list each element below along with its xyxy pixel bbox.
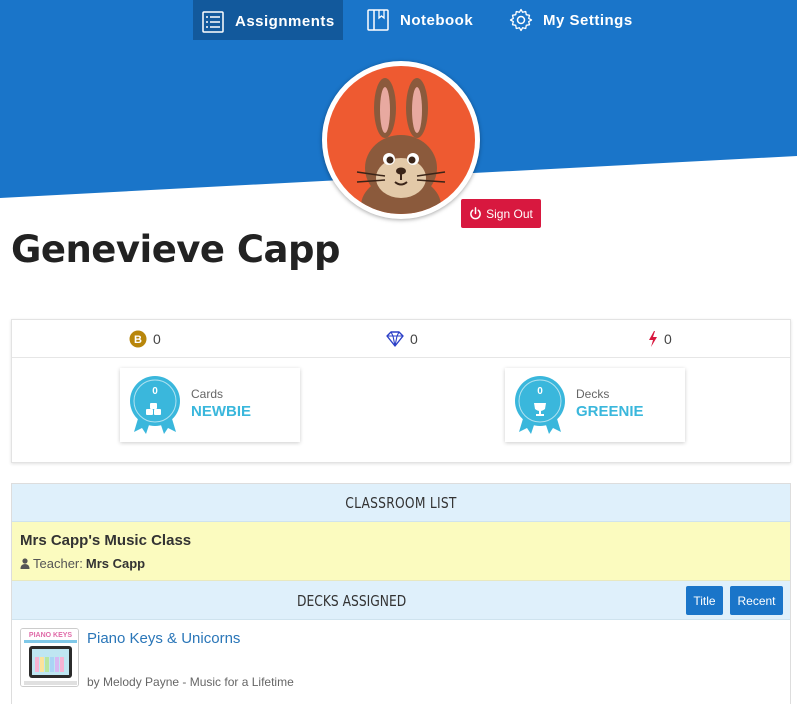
teacher-label: Teacher: [33,556,83,571]
power-icon [470,207,481,220]
decks-assigned-header: DECKS ASSIGNED Title Recent [12,581,790,620]
coin-icon: B [129,330,147,348]
nav-notebook[interactable]: Notebook [366,0,473,40]
lightning-icon [649,331,657,347]
cards-badge-label: Cards [191,387,224,401]
sort-title-button[interactable]: Title [686,586,723,615]
energy-stat: 0 [648,320,672,358]
currency-row: B 0 0 0 [12,320,790,358]
decks-assigned-title-wrap: DECKS ASSIGNED [12,581,692,620]
deck-thumbnail-text: PIANO KEYS [29,632,73,639]
list-icon [202,10,224,33]
diamond-icon [386,331,404,347]
deck-author: by Melody Payne - Music for a Lifetime [87,675,294,689]
energy-count: 0 [664,331,672,347]
classroom-list-header: CLASSROOM LIST [12,484,790,522]
deck-thumbnail[interactable]: PIANO KEYS [20,628,79,687]
deck-list-item[interactable]: PIANO KEYS Piano Keys & Unicorns by Melo… [12,620,790,704]
gem-stat: 0 [386,320,418,358]
coin-count: 0 [153,331,161,347]
notebook-icon [367,9,389,31]
nav-notebook-label: Notebook [400,11,474,29]
deck-title[interactable]: Piano Keys & Unicorns [87,630,240,647]
decks-badge-level: GREENIE [576,403,644,420]
profile-name: Genevieve Capp [11,228,340,271]
nav-assignments-label: Assignments [235,13,335,30]
decks-badge-label: Decks [576,387,610,401]
top-nav: Assignments Notebook My Settings [0,0,797,43]
sort-recent-button[interactable]: Recent [730,586,783,615]
ribbon-badge-icon [130,376,180,434]
avatar [322,61,480,219]
gear-icon [509,8,533,32]
classroom-panel: CLASSROOM LIST Mrs Capp's Music Class Te… [11,483,791,704]
stats-panel: B 0 0 0 0 Cards NEWBIE 0 Decks GREENIE [11,319,791,463]
ribbon-badge-icon [515,376,565,434]
cards-badge: 0 Cards NEWBIE [120,368,300,442]
svg-text:B: B [134,334,142,346]
nav-assignments[interactable]: Assignments [193,0,343,43]
decks-badge-count: 0 [537,386,543,397]
sign-out-label: Sign Out [486,206,533,221]
classroom-row[interactable]: Mrs Capp's Music Class Teacher: Mrs Capp [12,522,790,581]
nav-my-settings-label: My Settings [543,11,633,29]
nav-my-settings[interactable]: My Settings [509,0,633,40]
cards-badge-level: NEWBIE [191,403,251,420]
cards-badge-count: 0 [152,386,158,397]
decks-badge: 0 Decks GREENIE [505,368,685,442]
rabbit-avatar-icon [327,66,475,214]
user-icon [20,558,30,569]
classroom-list-title: CLASSROOM LIST [345,493,457,512]
gem-count: 0 [410,331,418,347]
sign-out-button[interactable]: Sign Out [461,199,541,228]
class-name: Mrs Capp's Music Class [20,532,192,549]
coin-stat: B 0 [129,320,161,358]
teacher-line: Teacher: Mrs Capp [20,556,145,571]
decks-assigned-title: DECKS ASSIGNED [297,591,407,610]
teacher-name: Mrs Capp [85,556,146,571]
